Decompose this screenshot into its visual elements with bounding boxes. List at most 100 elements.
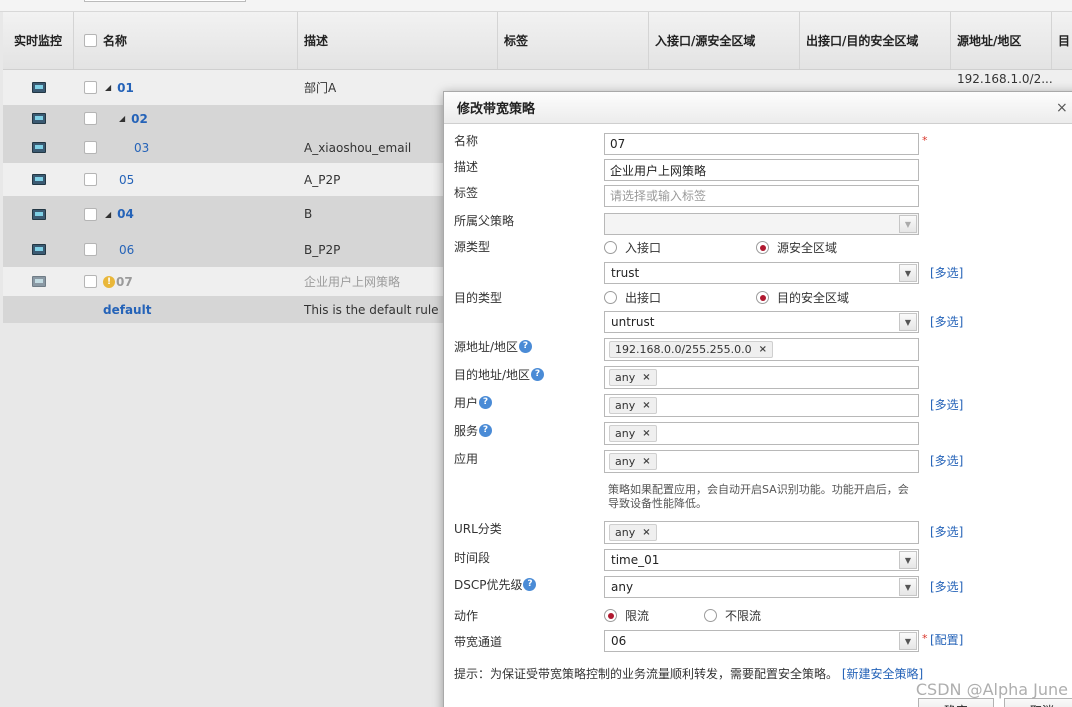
chevron-down-icon[interactable]: ▼ bbox=[899, 551, 917, 569]
parent-policy-label: 所属父策略 bbox=[454, 214, 515, 228]
help-icon[interactable]: ? bbox=[479, 396, 493, 409]
row-checkbox[interactable] bbox=[84, 173, 97, 186]
monitor-icon[interactable] bbox=[31, 244, 46, 255]
help-icon[interactable]: ? bbox=[531, 368, 545, 381]
close-icon[interactable]: × bbox=[1056, 100, 1070, 116]
row-checkbox[interactable] bbox=[84, 141, 97, 154]
dst-zone-select[interactable]: untrust ▼ bbox=[604, 311, 919, 333]
policy-name-link[interactable]: default bbox=[103, 303, 151, 317]
monitor-icon[interactable] bbox=[31, 208, 46, 220]
url-category-tagbox[interactable]: any × bbox=[604, 521, 919, 544]
monitor-icon[interactable] bbox=[31, 142, 46, 153]
help-icon[interactable]: ? bbox=[479, 424, 493, 437]
col-header-src-address[interactable]: 源地址/地区 bbox=[951, 12, 1052, 69]
bandwidth-channel-select[interactable]: 06 ▼ bbox=[604, 630, 919, 652]
policy-name-link[interactable]: 01 bbox=[117, 81, 134, 95]
user-multi-select-link[interactable]: [多选] bbox=[930, 396, 963, 413]
monitor-icon[interactable] bbox=[31, 276, 46, 287]
collapse-triangle-icon[interactable]: ◢ bbox=[105, 83, 111, 92]
action-radio-nolimit[interactable]: 不限流 bbox=[704, 607, 761, 624]
collapse-triangle-icon[interactable]: ◢ bbox=[105, 210, 111, 219]
name-input[interactable] bbox=[604, 133, 919, 155]
name-label: 名称 bbox=[454, 134, 479, 148]
parent-policy-select[interactable]: ▼ bbox=[604, 213, 919, 235]
col-header-out-interface[interactable]: 出接口/目的安全区域 bbox=[800, 12, 951, 69]
chevron-down-icon[interactable]: ▼ bbox=[899, 578, 917, 596]
chevron-down-icon[interactable]: ▼ bbox=[899, 632, 917, 650]
time-range-label: 时间段 bbox=[454, 551, 491, 565]
src-address-tagbox[interactable]: 192.168.0.0/255.255.0.0 × bbox=[604, 338, 919, 361]
chevron-down-icon[interactable]: ▼ bbox=[899, 313, 917, 331]
col-header-dst-address[interactable]: 目 bbox=[1052, 12, 1072, 69]
policy-name-link[interactable]: 07 bbox=[116, 275, 133, 289]
policy-name-link[interactable]: 04 bbox=[117, 207, 134, 221]
src-type-radio-interface[interactable]: 入接口 bbox=[604, 239, 661, 256]
monitor-icon[interactable] bbox=[31, 82, 46, 93]
radio-button[interactable] bbox=[704, 609, 717, 622]
monitor-icon[interactable] bbox=[31, 113, 46, 124]
help-icon[interactable]: ? bbox=[519, 340, 533, 353]
configure-channel-link[interactable]: [配置] bbox=[930, 631, 963, 648]
dscp-multi-select-link[interactable]: [多选] bbox=[930, 578, 963, 595]
col-header-desc[interactable]: 描述 bbox=[298, 12, 498, 69]
select-value: time_01 bbox=[611, 553, 660, 567]
collapse-triangle-icon[interactable]: ◢ bbox=[119, 114, 125, 123]
chip-label: any bbox=[615, 399, 636, 412]
remove-icon[interactable]: × bbox=[642, 400, 650, 411]
remove-icon[interactable]: × bbox=[642, 527, 650, 538]
dst-zone-multi-select-link[interactable]: [多选] bbox=[930, 313, 963, 330]
radio-button[interactable] bbox=[756, 241, 769, 254]
app-note: 策略如果配置应用，会自动开启SA识别功能。功能开启后，会导致设备性能降低。 bbox=[608, 483, 909, 510]
remove-icon[interactable]: × bbox=[642, 372, 650, 383]
app-multi-select-link[interactable]: [多选] bbox=[930, 452, 963, 469]
action-radio-limit[interactable]: 限流 bbox=[604, 607, 649, 624]
service-tagbox[interactable]: any × bbox=[604, 422, 919, 445]
dst-type-radio-zone[interactable]: 目的安全区域 bbox=[756, 289, 849, 306]
new-security-policy-link[interactable]: [新建安全策略] bbox=[842, 667, 923, 681]
select-all-checkbox[interactable] bbox=[84, 34, 97, 47]
remove-icon[interactable]: × bbox=[642, 428, 650, 439]
remove-icon[interactable]: × bbox=[759, 344, 767, 355]
time-range-select[interactable]: time_01 ▼ bbox=[604, 549, 919, 571]
dst-type-radio-interface[interactable]: 出接口 bbox=[604, 289, 661, 306]
radio-label: 出接口 bbox=[625, 291, 662, 305]
radio-button[interactable] bbox=[756, 291, 769, 304]
app-tagbox[interactable]: any × bbox=[604, 450, 919, 473]
row-checkbox[interactable] bbox=[84, 112, 97, 125]
col-header-monitor[interactable]: 实时监控 bbox=[3, 12, 74, 69]
row-checkbox[interactable] bbox=[84, 275, 97, 288]
src-type-radio-zone[interactable]: 源安全区域 bbox=[756, 239, 837, 256]
col-header-in-interface[interactable]: 入接口/源安全区域 bbox=[649, 12, 800, 69]
chevron-down-icon[interactable]: ▼ bbox=[899, 264, 917, 282]
radio-button[interactable] bbox=[604, 291, 617, 304]
col-header-name[interactable]: 名称 bbox=[74, 12, 298, 69]
chevron-down-icon[interactable]: ▼ bbox=[899, 215, 917, 233]
chip-label: any bbox=[615, 526, 636, 539]
url-multi-select-link[interactable]: [多选] bbox=[930, 523, 963, 540]
src-address-label: 源地址/地区 ? bbox=[454, 338, 533, 355]
policy-name-link[interactable]: 06 bbox=[119, 243, 134, 257]
src-zone-multi-select-link[interactable]: [多选] bbox=[930, 264, 963, 281]
tag-input[interactable] bbox=[604, 185, 919, 207]
ok-button[interactable]: 确定 bbox=[918, 698, 994, 707]
policy-name-link[interactable]: 03 bbox=[134, 141, 149, 155]
row-checkbox[interactable] bbox=[84, 243, 97, 256]
cancel-button[interactable]: 取消 bbox=[1004, 698, 1072, 707]
monitor-icon[interactable] bbox=[31, 174, 46, 185]
col-header-tag[interactable]: 标签 bbox=[498, 12, 649, 69]
remove-icon[interactable]: × bbox=[642, 456, 650, 467]
row-checkbox[interactable] bbox=[84, 81, 97, 94]
help-icon[interactable]: ? bbox=[523, 578, 537, 591]
dscp-select[interactable]: any ▼ bbox=[604, 576, 919, 598]
policy-name-link[interactable]: 05 bbox=[119, 173, 134, 187]
user-tagbox[interactable]: any × bbox=[604, 394, 919, 417]
desc-input[interactable] bbox=[604, 159, 919, 181]
search-input-stub[interactable] bbox=[84, 0, 246, 2]
dst-address-tagbox[interactable]: any × bbox=[604, 366, 919, 389]
policy-name-link[interactable]: 02 bbox=[131, 112, 148, 126]
url-category-label: URL分类 bbox=[454, 522, 502, 536]
radio-button[interactable] bbox=[604, 609, 617, 622]
row-checkbox[interactable] bbox=[84, 207, 97, 221]
radio-button[interactable] bbox=[604, 241, 617, 254]
src-zone-select[interactable]: trust ▼ bbox=[604, 262, 919, 284]
